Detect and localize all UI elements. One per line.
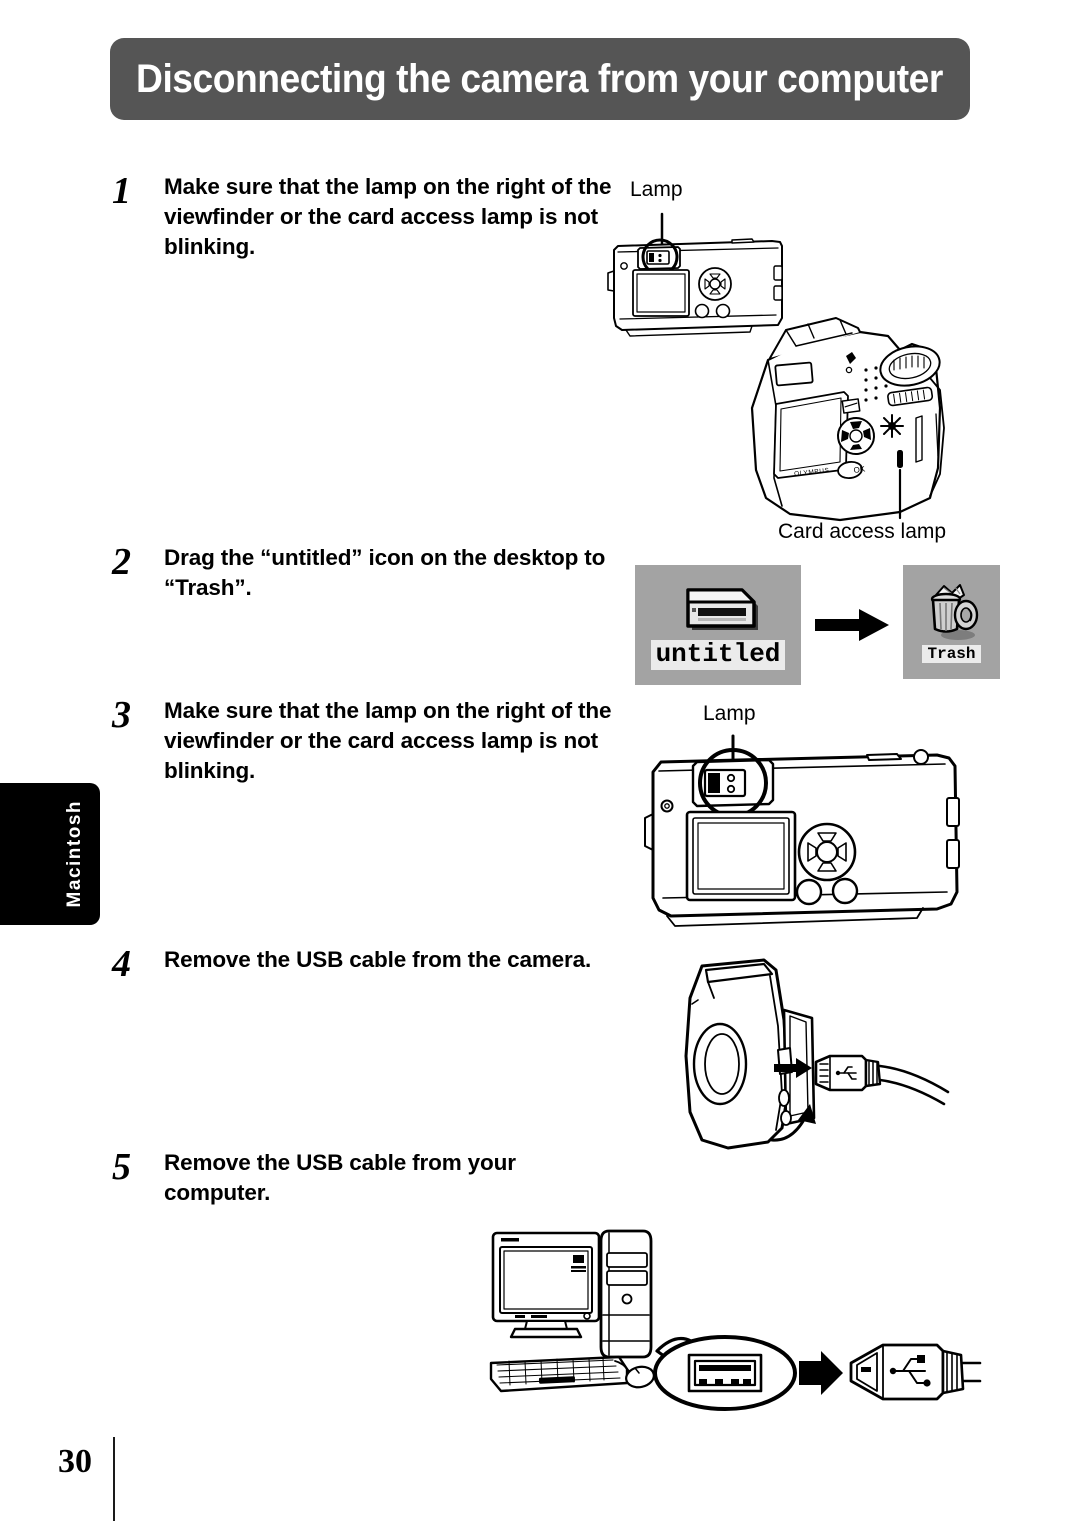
figure-camera-back-lamp: Lamp	[644, 702, 980, 934]
step-item-2: 2 Drag the “untitled” icon on the deskto…	[112, 543, 612, 603]
trash-icon	[930, 583, 978, 640]
manual-page: Disconnecting the camera from your compu…	[0, 0, 1080, 1521]
section-tab-label: Macintosh	[64, 800, 85, 908]
untitled-icon-label: untitled	[650, 640, 786, 670]
trash-icon-label: Trash	[922, 644, 981, 664]
step-number: 1	[112, 170, 131, 212]
step-text: Remove the USB cable from the camera.	[164, 947, 592, 972]
figure-usb-cable-computer	[485, 1225, 982, 1411]
card-access-lamp-label: Card access lamp	[778, 520, 947, 543]
svg-text:OK: OK	[853, 464, 866, 475]
figure-usb-computer-svg	[489, 1229, 982, 1411]
step-item-5: 5 Remove the USB cable from your compute…	[112, 1148, 612, 1208]
page-title: Disconnecting the camera from your compu…	[136, 56, 943, 101]
step-text: Make sure that the lamp on the right of …	[164, 174, 612, 259]
untitled-icon-box: untitled	[635, 565, 801, 685]
lamp-label-fig3: Lamp	[703, 702, 756, 725]
step-item-4: 4 Remove the USB cable from the camera.	[112, 945, 612, 983]
step-number: 3	[112, 694, 131, 736]
drag-arrow-icon	[815, 609, 889, 641]
card-access-lamp-mark	[897, 450, 903, 468]
trash-icon-box: Trash	[903, 565, 1000, 679]
step-number: 5	[112, 1146, 131, 1188]
drive-icon	[686, 588, 758, 631]
section-tab-macintosh: Macintosh	[0, 783, 100, 925]
figure-camera-lamps: OLYMPUS OK Lamp Card access lamp	[600, 178, 980, 543]
step-item-1: 1 Make sure that the lamp on the right o…	[112, 172, 612, 262]
figure-usb-cable-camera	[672, 952, 962, 1167]
figure-camera-back-svg	[644, 734, 960, 927]
figure-drag-untitled-to-trash: untitled Trash	[630, 560, 1000, 690]
step-text: Make sure that the lamp on the right of …	[164, 698, 612, 783]
step-text: Remove the USB cable from your computer.	[164, 1150, 516, 1205]
step-text: Drag the “untitled” icon on the desktop …	[164, 545, 606, 600]
figure-camera-lamps-svg: OLYMPUS OK	[607, 212, 945, 522]
page-number: 30	[58, 1443, 92, 1480]
footer-divider	[113, 1437, 115, 1521]
step-number: 4	[112, 943, 131, 985]
step-number: 2	[112, 541, 131, 583]
page-header-banner: Disconnecting the camera from your compu…	[110, 38, 970, 120]
lamp-label-fig1: Lamp	[630, 178, 683, 201]
step-item-3: 3 Make sure that the lamp on the right o…	[112, 696, 632, 786]
figure-usb-camera-svg	[684, 958, 950, 1150]
